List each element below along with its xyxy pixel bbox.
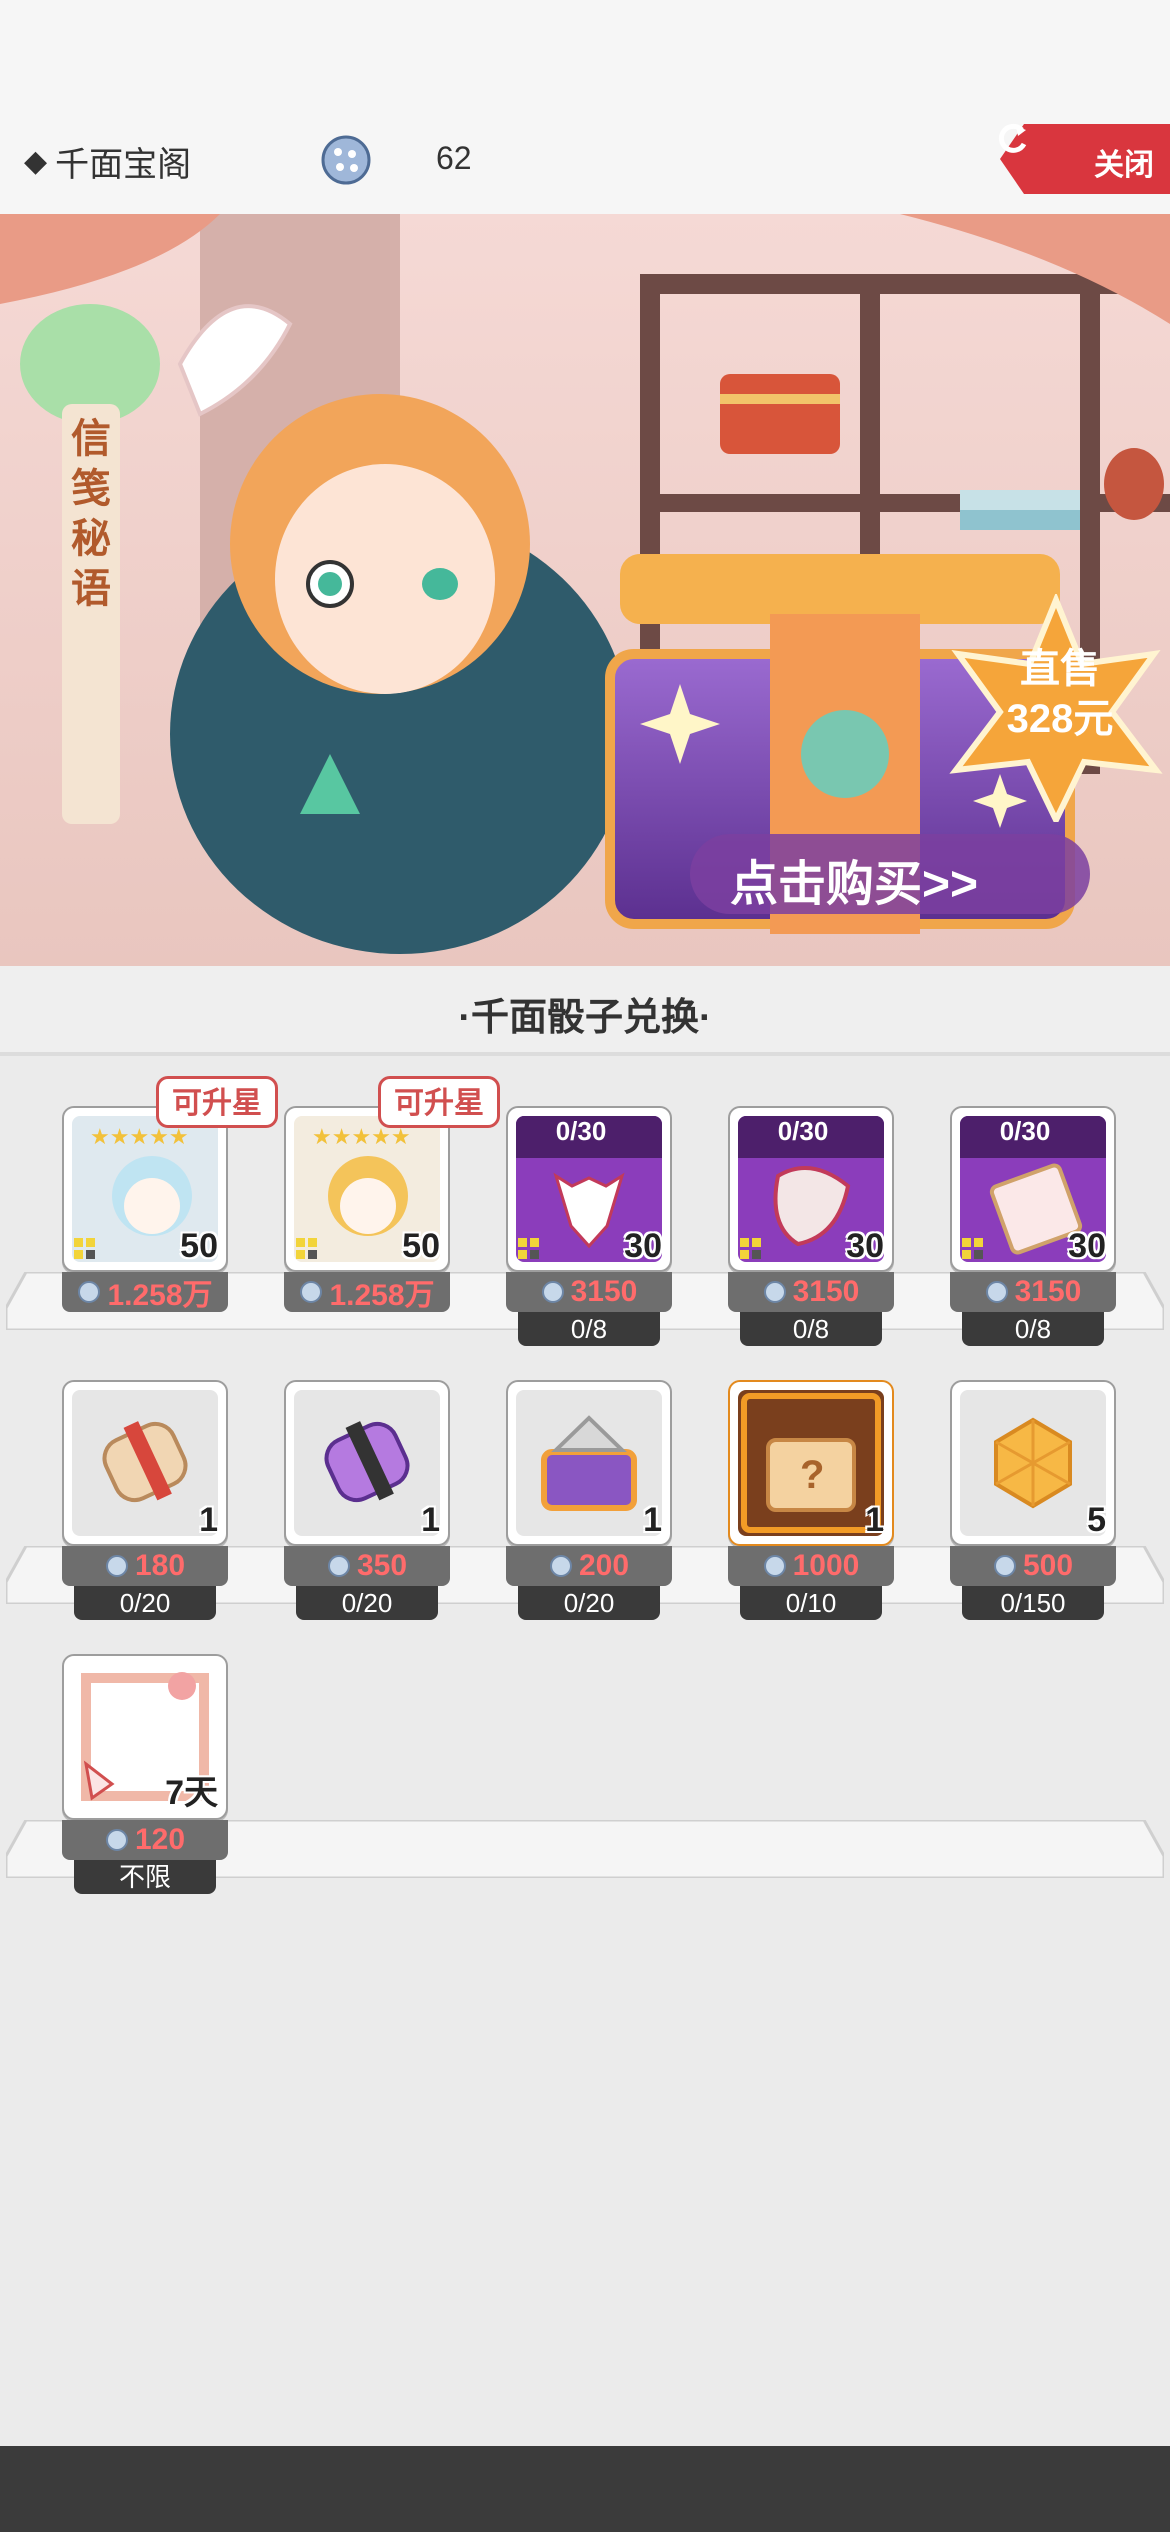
- price-line-2: 328元: [1006, 697, 1114, 741]
- item-quantity: 30: [1068, 1227, 1106, 1265]
- silver-chest-icon: [516, 1390, 662, 1536]
- upgrade-badge: 可升星: [378, 1076, 500, 1128]
- dice-coin-icon: [985, 1281, 1008, 1303]
- upgrade-badge: 可升星: [156, 1076, 278, 1128]
- item-limit: 0/10: [740, 1586, 882, 1620]
- item-progress: 0/30: [555, 1116, 607, 1146]
- fragment-icon: [740, 1238, 761, 1259]
- section-title: ·千面骰子兑换·: [458, 997, 712, 1039]
- scroll-icon: [72, 1390, 218, 1536]
- close-label: 关闭: [1094, 149, 1154, 182]
- dice-coin-icon: [78, 1281, 101, 1303]
- item-price-row: 350: [284, 1546, 450, 1586]
- item-card: 7天: [62, 1654, 228, 1820]
- dice-coin-icon: [993, 1555, 1016, 1577]
- item-price-row: 3150: [506, 1272, 672, 1312]
- item-price: 3150: [1014, 1275, 1082, 1308]
- item-card: ★★★★★ 50: [284, 1106, 450, 1272]
- item-price: 3150: [570, 1275, 638, 1308]
- item-price: 1.258万: [329, 1279, 435, 1312]
- item-price: 120: [134, 1823, 186, 1856]
- item-price: 500: [1022, 1549, 1074, 1582]
- item-quantity: 1: [199, 1501, 218, 1539]
- item-quantity: 1: [643, 1501, 662, 1539]
- item-price-row: 500: [950, 1546, 1116, 1586]
- item-quantity: 5: [1087, 1501, 1106, 1539]
- dice-icon: [321, 135, 371, 185]
- item-price-row: 3150: [950, 1272, 1116, 1312]
- item-price: 1000: [792, 1549, 860, 1582]
- fragment-icon: [518, 1238, 539, 1259]
- item-card: 1: [62, 1380, 228, 1546]
- item-limit: 0/20: [518, 1586, 660, 1620]
- exchange-section-header: ·千面骰子兑换·: [0, 966, 1170, 1056]
- system-nav-bar: [0, 2446, 1170, 2532]
- item-price: 200: [578, 1549, 630, 1582]
- item-limit: 0/8: [740, 1312, 882, 1346]
- page-title: 千面宝阁: [55, 145, 192, 184]
- dice-coin-icon: [541, 1281, 564, 1303]
- item-quantity: 50: [402, 1227, 440, 1265]
- item-card: 1: [284, 1380, 450, 1546]
- item-progress: 0/30: [999, 1116, 1051, 1146]
- item-card: 5: [950, 1380, 1116, 1546]
- fragment-icon: [962, 1238, 983, 1259]
- item-price: 1.258万: [107, 1279, 213, 1312]
- price-label: 直售 328元: [980, 644, 1140, 744]
- return-arrow-icon: [998, 123, 1027, 153]
- item-quantity: 30: [846, 1227, 884, 1265]
- item-quantity: 30: [624, 1227, 662, 1265]
- buy-button-label[interactable]: 点击购买>>: [730, 844, 1050, 914]
- page-title-row: ◆ 千面宝阁: [24, 130, 191, 192]
- dice-coin-icon: [327, 1555, 350, 1577]
- item-price: 350: [356, 1549, 408, 1582]
- top-bar: ◆ 千面宝阁 62 关闭: [0, 0, 1170, 214]
- item-limit: 0/20: [74, 1586, 216, 1620]
- svg-text:?: ?: [800, 1453, 824, 1497]
- dice-count: 62: [436, 140, 472, 176]
- item-price-row: 200: [506, 1546, 672, 1586]
- fragment-icon: [74, 1238, 95, 1259]
- item-quantity: 1: [421, 1501, 440, 1539]
- item-price-row: 3150: [728, 1272, 894, 1312]
- dice-coin-icon: [105, 1555, 128, 1577]
- dice-coin-icon: [549, 1555, 572, 1577]
- item-limit: 0/8: [962, 1312, 1104, 1346]
- item-quantity: 7天: [165, 1774, 218, 1812]
- item-price-row: 180: [62, 1546, 228, 1586]
- item-card: 1: [506, 1380, 672, 1546]
- item-card: 0/30 30: [950, 1106, 1116, 1272]
- item-card: ★★★★★ 50: [62, 1106, 228, 1272]
- dice-coin-icon: [105, 1829, 128, 1851]
- item-progress: 0/30: [777, 1116, 829, 1146]
- banner-tag: 信笺秘语: [71, 417, 111, 611]
- item-price-row: 1.258万: [62, 1272, 228, 1312]
- item-limit: 不限: [74, 1860, 216, 1894]
- item-quantity: 50: [180, 1227, 218, 1265]
- item-card: 0/30 30: [506, 1106, 672, 1272]
- item-card: ? 1: [728, 1380, 894, 1546]
- fragment-icon: [296, 1238, 317, 1259]
- mystery-chest-icon: ?: [738, 1390, 884, 1536]
- promo-banner[interactable]: 信笺秘语 直售 328元 点击购买>>: [0, 214, 1170, 966]
- item-card: 0/30 30: [728, 1106, 894, 1272]
- item-price-row: 1.258万: [284, 1272, 450, 1312]
- item-price-row: 1000: [728, 1546, 894, 1586]
- price-line-1: 直售: [1020, 647, 1100, 691]
- item-quantity: 1: [865, 1501, 884, 1539]
- diamond-icon: ◆: [24, 144, 48, 178]
- purple-scroll-icon: [294, 1390, 440, 1536]
- item-limit: 0/8: [518, 1312, 660, 1346]
- close-button[interactable]: 关闭: [996, 120, 1170, 198]
- gold-cube-icon: [960, 1390, 1106, 1536]
- item-limit: 0/20: [296, 1586, 438, 1620]
- dice-coin-icon: [763, 1555, 786, 1577]
- item-limit: 0/150: [962, 1586, 1104, 1620]
- item-price: 3150: [792, 1275, 860, 1308]
- dice-coin-icon: [763, 1281, 786, 1303]
- dice-coin-icon: [300, 1281, 323, 1303]
- item-price: 180: [134, 1549, 186, 1582]
- item-price-row: 120: [62, 1820, 228, 1860]
